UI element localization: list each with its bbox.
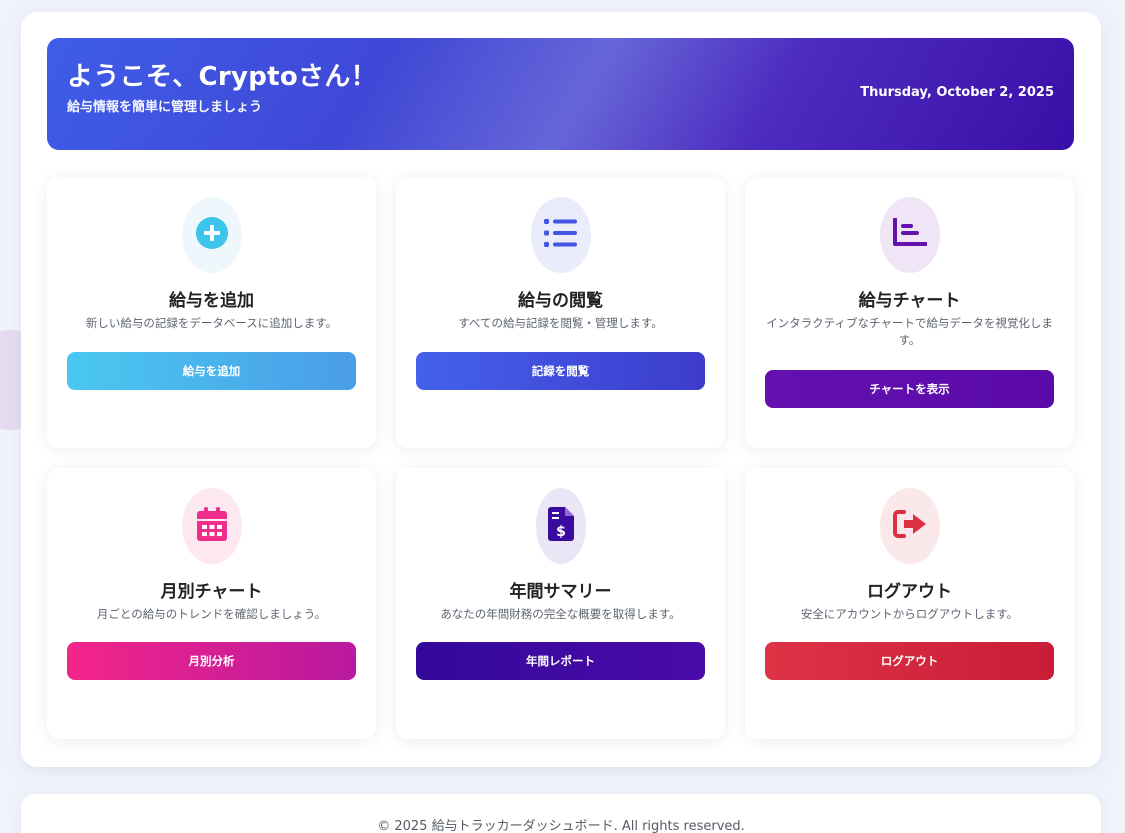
invoice-dollar-icon: $ <box>547 507 574 545</box>
welcome-title: ようこそ、Cryptoさん！ <box>67 62 377 92</box>
footer: © 2025 給与トラッカーダッシュボード. All rights reserv… <box>21 794 1101 833</box>
card-logout: ログアウト 安全にアカウントからログアウトします。 ログアウト <box>745 468 1074 739</box>
welcome-banner: ようこそ、Cryptoさん！ 給与情報を簡単に管理しましょう Thursday,… <box>47 38 1074 150</box>
annual-summary-icon-badge: $ <box>535 488 586 564</box>
salary-chart-icon-badge <box>879 197 940 273</box>
calendar-icon <box>196 507 227 545</box>
card-description: インタラクティブなチャートで給与データを視覚化します。 <box>766 316 1053 347</box>
current-date: Thursday, October 2, 2025 <box>860 85 1054 100</box>
card-description: 安全にアカウントからログアウトします。 <box>800 607 1019 621</box>
svg-text:$: $ <box>556 524 566 540</box>
view-records-button[interactable]: 記録を閲覧 <box>416 352 705 390</box>
card-title: 給与を追加 <box>169 291 254 311</box>
logout-icon-badge <box>879 488 940 564</box>
sign-out-icon <box>892 510 927 542</box>
view-salary-icon-badge <box>530 197 591 273</box>
show-chart-button[interactable]: チャートを表示 <box>765 370 1054 408</box>
list-icon <box>543 218 578 252</box>
plus-circle-icon <box>195 216 229 254</box>
dashboard-panel: ようこそ、Cryptoさん！ 給与情報を簡単に管理しましょう Thursday,… <box>21 12 1101 767</box>
card-title: ログアウト <box>867 582 952 602</box>
card-add-salary: 給与を追加 新しい給与の記録をデータベースに追加します。 給与を追加 <box>47 177 376 448</box>
card-title: 月別チャート <box>160 582 263 602</box>
card-monthly-chart: 月別チャート 月ごとの給与のトレンドを確認しましょう。 月別分析 <box>47 468 376 739</box>
card-salary-chart: 給与チャート インタラクティブなチャートで給与データを視覚化します。 チャートを… <box>745 177 1074 448</box>
copyright-text: © 2025 給与トラッカーダッシュボード. All rights reserv… <box>377 819 745 833</box>
card-title: 給与チャート <box>858 291 961 311</box>
annual-report-button[interactable]: 年間レポート <box>416 642 705 680</box>
card-description: あなたの年間財務の完全な概要を取得します。 <box>440 607 681 621</box>
logout-button[interactable]: ログアウト <box>765 642 1054 680</box>
card-view-salary: 給与の閲覧 すべての給与記録を閲覧・管理します。 記録を閲覧 <box>396 177 725 448</box>
card-title: 年間サマリー <box>509 582 612 602</box>
add-salary-icon-badge <box>181 197 242 273</box>
monthly-analysis-button[interactable]: 月別分析 <box>67 642 356 680</box>
card-description: すべての給与記録を閲覧・管理します。 <box>458 316 663 330</box>
card-title: 給与の閲覧 <box>518 291 603 311</box>
monthly-chart-icon-badge <box>181 488 242 564</box>
card-description: 月ごとの給与のトレンドを確認しましょう。 <box>96 607 327 621</box>
welcome-subtitle: 給与情報を簡単に管理しましょう <box>67 100 263 115</box>
card-description: 新しい給与の記録をデータベースに追加します。 <box>85 316 338 330</box>
add-salary-button[interactable]: 給与を追加 <box>67 352 356 390</box>
chart-icon <box>892 217 928 252</box>
card-annual-summary: $ 年間サマリー あなたの年間財務の完全な概要を取得します。 年間レポート <box>396 468 725 739</box>
